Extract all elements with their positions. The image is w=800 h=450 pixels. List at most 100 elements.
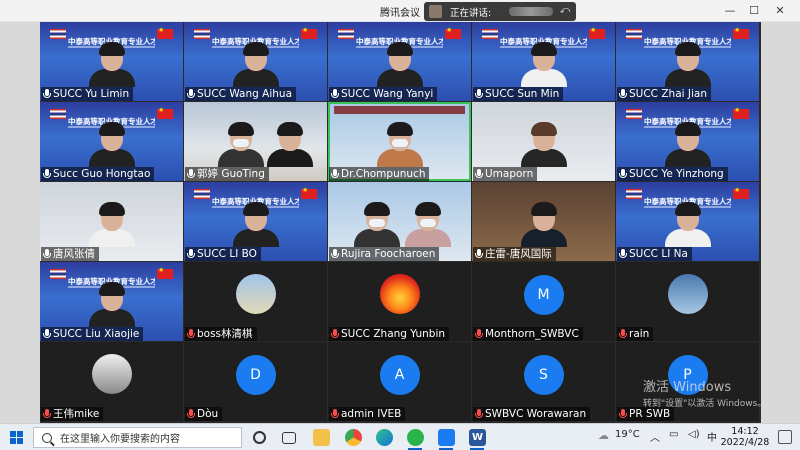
search-placeholder: 在这里输入你要搜索的内容 (60, 434, 180, 445)
participant-name: 王伟mike (41, 407, 104, 421)
video-tile[interactable]: 中泰高等职业教育专业人才培养方案研讨会 SUCC LI Na (616, 182, 759, 261)
china-flag-icon (733, 106, 749, 119)
video-tile[interactable]: 王伟mike (40, 342, 183, 421)
chrome-icon[interactable] (345, 429, 362, 446)
participant-video (664, 42, 711, 87)
participant-name: SUCC Wang Yanyi (329, 87, 438, 101)
watermark-title: 激活 Windows (643, 380, 732, 395)
video-tile[interactable]: Umaporn (472, 102, 615, 181)
avatar (235, 274, 276, 314)
video-tile[interactable]: Rujira Foocharoen (328, 182, 471, 261)
participant-name: Monthorn_SWBVC (473, 327, 583, 341)
avatar (91, 354, 132, 394)
clock-date: 2022/4/28 (720, 437, 770, 448)
thailand-flag-icon (50, 109, 66, 119)
weather-cloud-icon[interactable]: ☁ (598, 429, 609, 442)
network-icon[interactable]: ▭ (669, 429, 678, 440)
clock[interactable]: 14:12 2022/4/28 (720, 426, 770, 448)
video-tile[interactable]: M Monthorn_SWBVC (472, 262, 615, 341)
video-tile[interactable]: A admin IVEB (328, 342, 471, 421)
activation-watermark: 激活 Windows 转到"设置"以激活 Windows。 (643, 376, 766, 409)
speaking-label: 正在讲话: (450, 7, 492, 19)
mic-muted-icon (475, 409, 483, 419)
weather-temperature[interactable]: 19°C (615, 429, 640, 440)
video-tile[interactable]: S SWBVC Worawaran (472, 342, 615, 421)
avatar (667, 274, 708, 314)
word-icon[interactable]: W (469, 429, 486, 446)
participant-video (266, 122, 313, 167)
minimize-icon[interactable]: — (722, 3, 738, 19)
video-tile[interactable]: 中泰高等职业教育专业人才培养方案研讨会 Succ Guo Hongtao (40, 102, 183, 181)
cortana-icon[interactable] (253, 431, 266, 444)
thailand-flag-icon (50, 269, 66, 279)
maximize-icon[interactable]: ☐ (746, 3, 762, 19)
mic-muted-icon (187, 329, 195, 339)
mic-icon (187, 169, 195, 179)
participant-name: 庄雷-唐风国际 (473, 247, 556, 261)
video-tile[interactable]: 中泰高等职业教育专业人才培养方案研讨会 SUCC LI BO (184, 182, 327, 261)
active-speaker-indicator[interactable]: 正在讲话: ⤺ (424, 2, 576, 21)
video-tile[interactable]: 中泰高等职业教育专业人才培养方案研讨会 SUCC Wang Yanyi (328, 22, 471, 101)
taskbar-search-box[interactable]: 在这里输入你要搜索的内容 (33, 427, 242, 448)
participant-video (88, 282, 135, 327)
windows-start-icon[interactable] (10, 431, 23, 444)
avatar-initial: M (523, 275, 564, 315)
video-tile[interactable]: SUCC Zhang Yunbin (328, 262, 471, 341)
watermark-subtitle: 转到"设置"以激活 Windows。 (643, 399, 767, 409)
video-tile[interactable]: 庄雷-唐风国际 (472, 182, 615, 261)
thailand-flag-icon (626, 109, 642, 119)
video-tile[interactable]: 中泰高等职业教育专业人才培养方案研讨会 SUCC Wang Aihua (184, 22, 327, 101)
thailand-flag-icon (338, 29, 354, 39)
video-tile[interactable]: 郭婷 GuoTing (184, 102, 327, 181)
video-tile[interactable]: 中泰高等职业教育专业人才培养方案研讨会 SUCC Zhai Jian (616, 22, 759, 101)
chevron-up-icon[interactable]: ︿ (650, 429, 660, 444)
video-tile[interactable]: rain (616, 262, 759, 341)
wechat-icon[interactable] (407, 429, 424, 446)
mic-icon (43, 249, 51, 259)
avatar (379, 274, 420, 314)
thailand-flag-icon (194, 189, 210, 199)
participant-video (218, 122, 265, 167)
meeting-app: 腾讯会议 正在讲话: ⤺ — ☐ ✕ 中泰高等职业教育专业人才培养方案研讨会 S… (0, 0, 800, 450)
mic-icon (331, 169, 339, 179)
video-tile[interactable]: 中泰高等职业教育专业人才培养方案研讨会 SUCC Liu Xiaojie (40, 262, 183, 341)
participant-name: Succ Guo Hongtao (41, 167, 155, 181)
video-tile[interactable]: 中泰高等职业教育专业人才培养方案研讨会 SUCC Sun Min (472, 22, 615, 101)
task-view-icon[interactable] (282, 432, 296, 444)
participant-name: SUCC Sun Min (473, 87, 564, 101)
thailand-flag-icon (194, 29, 210, 39)
close-icon[interactable]: ✕ (772, 3, 788, 19)
collapse-icon[interactable]: ⤺ (558, 5, 572, 18)
mic-icon (475, 89, 483, 99)
participant-video (376, 42, 423, 87)
input-method-indicator[interactable]: 中 (707, 429, 717, 444)
video-tile[interactable]: 中泰高等职业教育专业人才培养方案研讨会 SUCC Yu Limin (40, 22, 183, 101)
mic-icon (619, 249, 627, 259)
speaker-icon[interactable]: ◁) (688, 429, 700, 440)
participant-video (520, 202, 567, 247)
participant-name: SWBVC Worawaran (473, 407, 591, 421)
thailand-flag-icon (50, 29, 66, 39)
video-tile-active-speaker[interactable]: Dr.Chompunuch (328, 102, 471, 181)
participant-name: SUCC Wang Aihua (185, 87, 296, 101)
mic-muted-icon (619, 329, 627, 339)
file-explorer-icon[interactable] (313, 429, 330, 446)
mic-icon (619, 169, 627, 179)
mic-icon (43, 329, 51, 339)
tencent-meeting-icon[interactable] (438, 429, 455, 446)
participant-video (232, 202, 279, 247)
mic-icon (475, 169, 483, 179)
video-tile[interactable]: 唐风张倩 (40, 182, 183, 261)
edge-icon[interactable] (376, 429, 393, 446)
china-flag-icon (301, 186, 317, 199)
taskbar: 在这里输入你要搜索的内容 W ☁ 19°C ︿ ▭ ◁) 中 14:12 202… (0, 423, 800, 450)
window-title: 腾讯会议 (380, 8, 420, 19)
speaker-avatar (429, 5, 442, 18)
video-tile[interactable]: D Dòu (184, 342, 327, 421)
mic-icon (619, 89, 627, 99)
notification-icon[interactable] (778, 430, 792, 444)
thailand-flag-icon (482, 29, 498, 39)
mic-muted-icon (331, 409, 339, 419)
video-tile[interactable]: 中泰高等职业教育专业人才培养方案研讨会 SUCC Ye Yinzhong (616, 102, 759, 181)
video-tile[interactable]: boss林清棋 (184, 262, 327, 341)
